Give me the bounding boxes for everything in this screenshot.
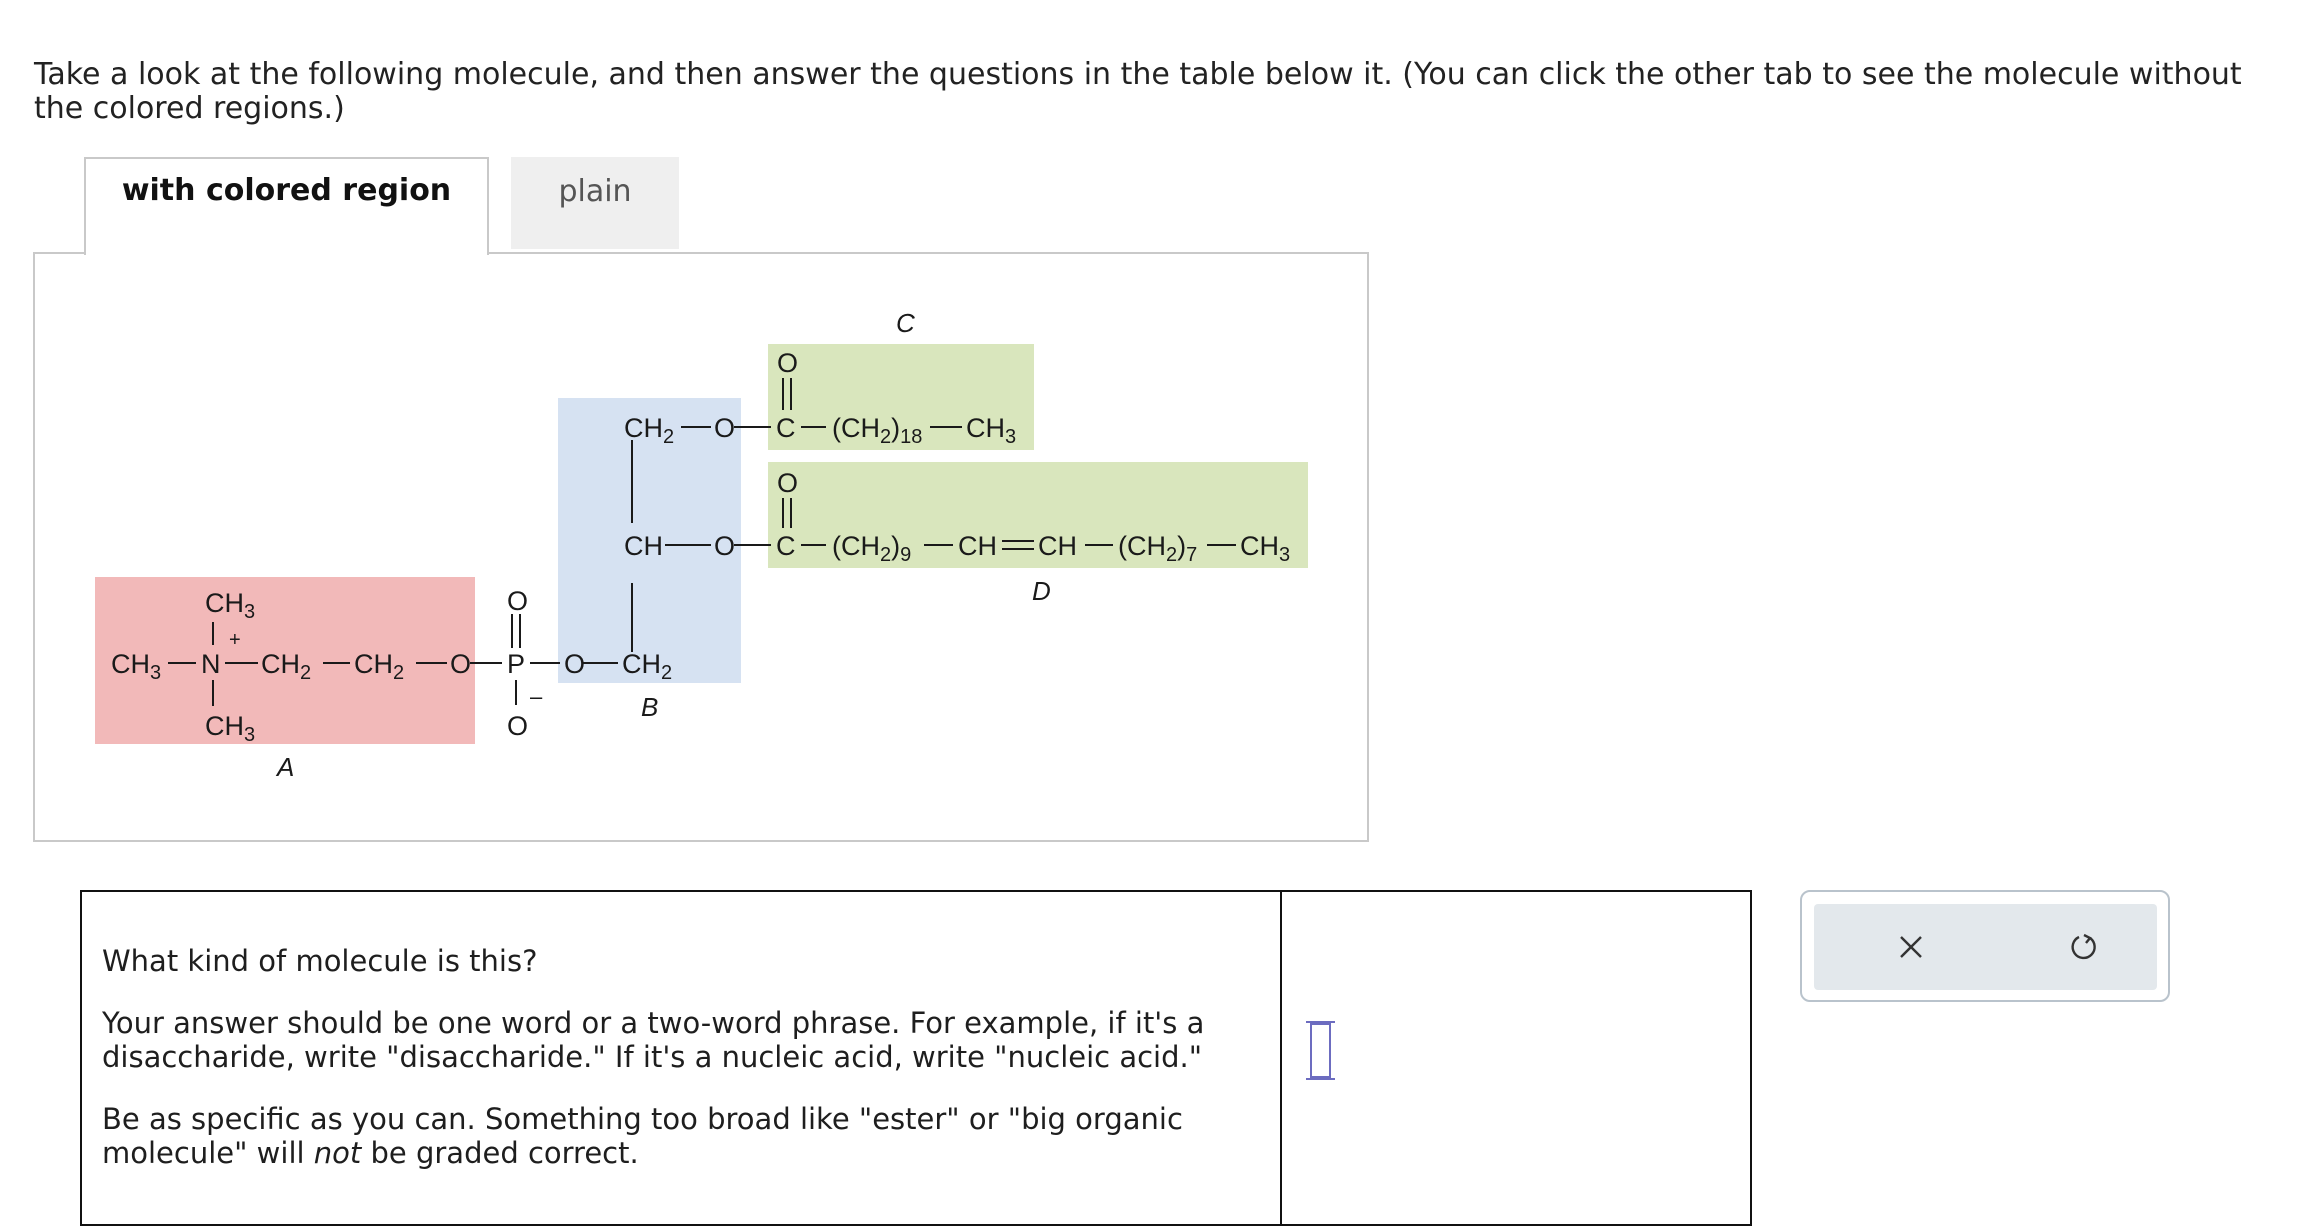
region-d-label: D — [1032, 576, 1051, 606]
ester-oxygen-c: O — [714, 413, 735, 443]
question-prompt: What kind of molecule is this? — [102, 944, 538, 978]
question-note: Be as specific as you can. Something too… — [102, 1102, 1183, 1170]
carbonyl-carbon-c: C — [776, 413, 796, 443]
action-panel — [1800, 890, 2170, 1002]
alkene-ch-right: CH — [1038, 531, 1077, 561]
carbonyl-oxygen-d: O — [777, 468, 798, 498]
oxygen-ester-p: O — [450, 649, 471, 679]
answer-cell — [1282, 892, 1750, 1224]
question-hint: Your answer should be one word or a two-… — [102, 1006, 1205, 1074]
alkene-ch-left: CH — [958, 531, 997, 561]
oxygen-double-p: O — [507, 586, 528, 616]
clear-button[interactable] — [1884, 920, 1938, 974]
oxygen-glycerol-p: O — [564, 649, 585, 679]
nitrogen-atom: N — [201, 649, 221, 679]
region-c-label: C — [896, 308, 915, 338]
ester-oxygen-d: O — [714, 531, 735, 561]
question-cell: What kind of molecule is this? Your answ… — [82, 892, 1282, 1224]
action-bar — [1814, 904, 2157, 990]
note-emphasis: not — [313, 1136, 362, 1170]
question-table: What kind of molecule is this? Your answ… — [80, 890, 1752, 1226]
chain-d-second: (CH2)7 — [1118, 531, 1197, 566]
close-icon — [1900, 936, 1922, 958]
minus-charge: – — [530, 684, 543, 709]
oxygen-anion: O — [507, 711, 528, 741]
chain-d-first: (CH2)9 — [832, 531, 911, 566]
carbonyl-carbon-d: C — [776, 531, 796, 561]
region-b-label: B — [641, 692, 658, 722]
plus-charge: + — [229, 629, 241, 651]
answer-input[interactable] — [1306, 1021, 1335, 1080]
region-a-label: A — [275, 752, 294, 782]
tab-with-colored-region[interactable]: with colored region — [84, 157, 489, 255]
undo-button[interactable] — [2058, 920, 2112, 974]
undo-icon — [2071, 933, 2096, 960]
glycerol-ch-middle: CH — [624, 531, 663, 561]
phosphorus-atom: P — [507, 649, 525, 679]
carbonyl-oxygen-c: O — [777, 348, 798, 378]
